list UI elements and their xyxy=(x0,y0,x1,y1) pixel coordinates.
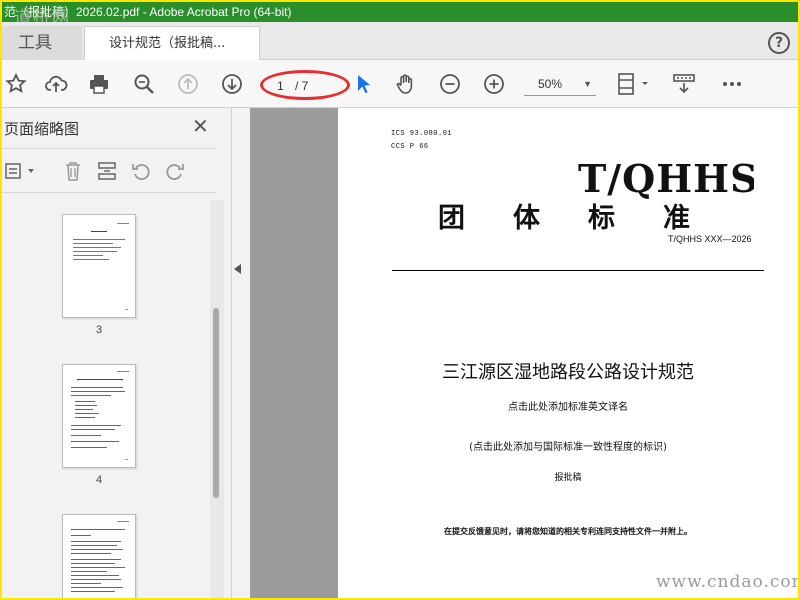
select-cursor-icon[interactable] xyxy=(352,72,376,96)
ics-code: ICS 93.080.01 xyxy=(391,130,453,138)
thumbnail-list: 3 4 xyxy=(2,200,212,598)
site-watermark: www.cndao.com xyxy=(656,572,798,592)
rotate-left-icon[interactable] xyxy=(130,160,152,182)
page-fit-icon[interactable] xyxy=(616,72,652,96)
bookmark-star-icon[interactable] xyxy=(4,72,28,96)
upload-cloud-icon[interactable] xyxy=(44,72,68,96)
page-thumbnail[interactable] xyxy=(62,364,136,468)
toolbar: 1 / 7 50% ▼ xyxy=(2,60,798,108)
tab-bar: 工具 设计规范（报批稿... ? xyxy=(2,22,798,61)
document-viewport[interactable]: ICS 93.080.01 CCS P 66 T/QHHS 团体标准 T/QHH… xyxy=(250,108,798,598)
page-thumbnail[interactable] xyxy=(62,514,136,598)
title-bar: 范（报批稿）2026.02.pdf - Adobe Acrobat Pro (6… xyxy=(2,2,798,22)
delete-trash-icon[interactable] xyxy=(62,160,84,182)
thumbnail-label: 4 xyxy=(95,474,103,486)
options-menu-icon[interactable] xyxy=(4,160,38,182)
hand-tool-icon[interactable] xyxy=(394,72,418,96)
standard-code: T/QHHS xyxy=(578,156,754,201)
app-window: 范（报批稿）2026.02.pdf - Adobe Acrobat Pro (6… xyxy=(2,2,798,598)
thumbnail-panel: 页面缩略图 ✕ 3 4 xyxy=(2,108,232,598)
zoom-select[interactable]: 50% ▼ xyxy=(524,72,596,96)
standard-type-heading: 团体标准 xyxy=(438,203,738,234)
print-icon[interactable] xyxy=(87,72,111,96)
chevron-down-icon: ▼ xyxy=(583,79,592,89)
ccs-code: CCS P 66 xyxy=(391,143,429,151)
window-title: 范（报批稿）2026.02.pdf - Adobe Acrobat Pro (6… xyxy=(4,5,292,19)
standard-number: T/QHHS XXX—2026 xyxy=(668,234,752,244)
thumbnail-label: 3 xyxy=(95,324,103,336)
next-page-icon[interactable] xyxy=(220,72,244,96)
zoom-value: 50% xyxy=(538,77,563,91)
page-thumbnail[interactable] xyxy=(62,214,136,318)
document-title: 三江源区湿地路段公路设计规范 xyxy=(442,362,694,383)
scroll-mode-icon[interactable] xyxy=(672,72,696,96)
scrollbar-thumb[interactable] xyxy=(213,308,219,498)
tab-document[interactable]: 设计规范（报批稿... xyxy=(84,26,260,61)
zoom-out-icon[interactable] xyxy=(438,72,462,96)
page-number-highlight: 1 / 7 xyxy=(260,70,350,100)
more-options-icon[interactable] xyxy=(720,72,744,96)
rotate-right-icon[interactable] xyxy=(164,160,186,182)
divider xyxy=(2,192,216,193)
draft-status: 报批稿 xyxy=(554,473,582,483)
current-page: 1 xyxy=(277,79,284,93)
panel-title: 页面缩略图 xyxy=(4,120,80,138)
close-icon[interactable]: ✕ xyxy=(192,116,209,136)
divider xyxy=(2,148,216,149)
tab-tools[interactable]: 工具 xyxy=(2,26,82,60)
document-page: ICS 93.080.01 CCS P 66 T/QHHS 团体标准 T/QHH… xyxy=(338,108,798,598)
page-number-field[interactable]: 1 / 7 xyxy=(277,78,335,94)
patent-notice: 在提交反馈意见时，请将您知道的相关专利连同支持性文件一并附上。 xyxy=(444,527,692,536)
collapse-panel-arrow-icon[interactable] xyxy=(234,264,241,274)
thumbnail-toolbar xyxy=(2,156,222,186)
help-icon[interactable]: ? xyxy=(768,32,790,54)
total-pages: / 7 xyxy=(295,79,309,93)
horizontal-rule xyxy=(392,270,764,271)
zoom-search-icon[interactable] xyxy=(132,72,156,96)
extract-pages-icon[interactable] xyxy=(96,160,118,182)
international-consistency-note: (点击此处添加与国际标准一致性程度的标识) xyxy=(469,442,667,453)
zoom-in-icon[interactable] xyxy=(482,72,506,96)
english-title-placeholder: 点击此处添加标准英文译名 xyxy=(508,402,628,413)
previous-page-icon[interactable] xyxy=(176,72,200,96)
